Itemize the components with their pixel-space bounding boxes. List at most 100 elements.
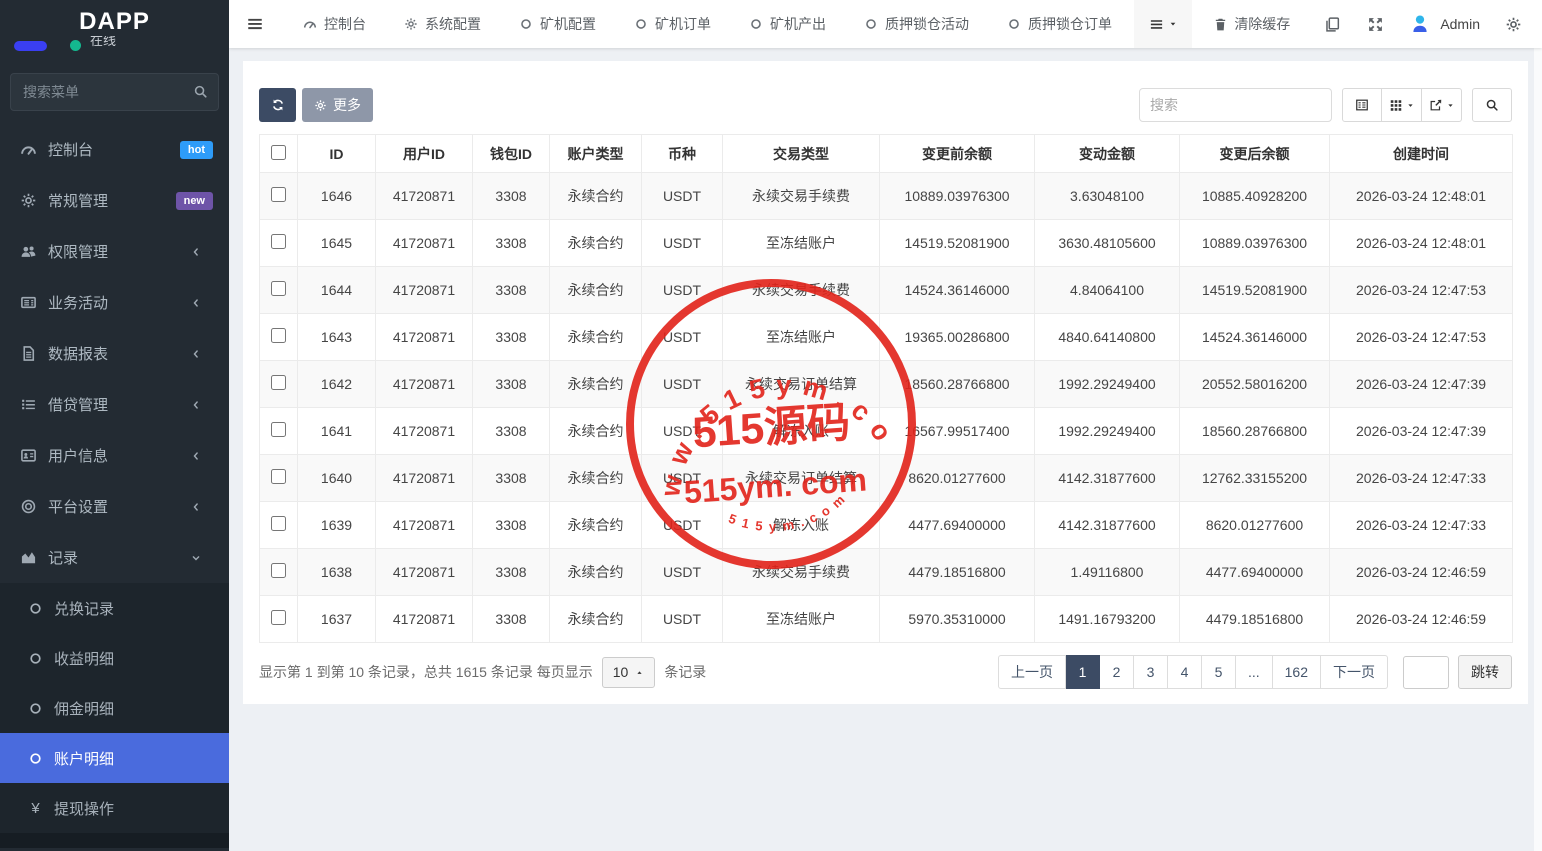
- circle-icon: [634, 17, 648, 31]
- row-checkbox[interactable]: [271, 516, 286, 531]
- table-cell: 14519.52081900: [880, 220, 1035, 267]
- more-button[interactable]: 更多: [302, 88, 373, 122]
- table-cell: 4479.18516800: [880, 549, 1035, 596]
- nav-tab-label: 矿机配置: [540, 14, 596, 34]
- sidebar-search-input[interactable]: [10, 73, 219, 111]
- caret-up-icon: [635, 668, 644, 677]
- jump-page-input[interactable]: [1403, 656, 1449, 689]
- status-pill: [14, 41, 47, 51]
- nav-tab-7[interactable]: 质押锁仓订单: [1007, 14, 1112, 34]
- copy-page-icon[interactable]: [1324, 16, 1341, 33]
- sidebar-item-6[interactable]: 借贷管理: [0, 379, 229, 430]
- table-cell: 1640: [298, 455, 376, 502]
- sidebar-item-5[interactable]: 数据报表: [0, 328, 229, 379]
- table-cell: 41720871: [376, 455, 473, 502]
- page-button-4[interactable]: 4: [1168, 655, 1202, 689]
- table-cell: 永续合约: [550, 267, 642, 314]
- page-button-1[interactable]: 1: [1066, 655, 1100, 689]
- export-button[interactable]: [1422, 88, 1462, 122]
- scrollbar-track[interactable]: [1534, 48, 1542, 851]
- nav-more-dropdown[interactable]: [1134, 0, 1192, 48]
- table-search-input[interactable]: [1139, 88, 1332, 122]
- trash-icon: [1213, 17, 1228, 32]
- sidebar-subitem-3[interactable]: 佣金明细: [0, 683, 229, 733]
- table-cell: 41720871: [376, 596, 473, 643]
- settings-gear-icon[interactable]: [1505, 16, 1522, 33]
- sidebar-item-9[interactable]: 记录: [0, 532, 229, 583]
- row-checkbox[interactable]: [271, 469, 286, 484]
- caret-down-icon: [1406, 101, 1415, 110]
- detail-view-button[interactable]: [1342, 88, 1382, 122]
- table-cell: 10889.03976300: [1180, 220, 1330, 267]
- sidebar-item-3[interactable]: 权限管理: [0, 226, 229, 277]
- page-size-dropdown[interactable]: 10: [602, 657, 656, 688]
- page-button-162[interactable]: 162: [1273, 655, 1321, 689]
- row-select-cell: [260, 455, 298, 502]
- table-cell: 2026-03-24 12:48:01: [1330, 220, 1513, 267]
- row-checkbox[interactable]: [271, 187, 286, 202]
- columns-button[interactable]: [1382, 88, 1422, 122]
- table-cell: 永续交易手续费: [723, 267, 880, 314]
- sidebar-item-7[interactable]: 用户信息: [0, 430, 229, 481]
- row-select-cell: [260, 596, 298, 643]
- table-cell: 永续交易订单结算: [723, 455, 880, 502]
- toolbar-right: [1139, 88, 1512, 122]
- circle-icon: [519, 17, 533, 31]
- row-checkbox[interactable]: [271, 328, 286, 343]
- nav-tab-2[interactable]: 系统配置: [404, 14, 481, 34]
- nav-tab-5[interactable]: 矿机产出: [749, 14, 826, 34]
- col-header-4: 账户类型: [550, 135, 642, 173]
- pagination: 上一页12345...162下一页: [998, 655, 1388, 689]
- page-button-5[interactable]: 5: [1202, 655, 1236, 689]
- row-checkbox[interactable]: [271, 234, 286, 249]
- avatar-icon: [1409, 13, 1431, 35]
- page-button-2[interactable]: 2: [1100, 655, 1134, 689]
- sidebar-item-4[interactable]: 业务活动: [0, 277, 229, 328]
- refresh-button[interactable]: [259, 88, 296, 122]
- sidebar-toggle-button[interactable]: [229, 0, 281, 48]
- hot-badge: hot: [180, 141, 213, 159]
- nav-tab-label: 矿机订单: [655, 14, 711, 34]
- sidebar-subitem-5[interactable]: ¥提现操作: [0, 783, 229, 833]
- sidebar-subitem-2[interactable]: 收益明细: [0, 633, 229, 683]
- table-cell: 3308: [473, 502, 550, 549]
- search-button[interactable]: [1472, 88, 1512, 122]
- nav-tab-3[interactable]: 矿机配置: [519, 14, 596, 34]
- chevron-down-icon: [190, 552, 202, 564]
- clear-cache-button[interactable]: 清除缓存: [1213, 14, 1290, 34]
- table-cell: 14524.36146000: [880, 267, 1035, 314]
- sidebar-item-2[interactable]: 常规管理new: [0, 175, 229, 226]
- row-checkbox[interactable]: [271, 422, 286, 437]
- table-cell: 3308: [473, 596, 550, 643]
- table-cell: 2026-03-24 12:47:33: [1330, 455, 1513, 502]
- yen-icon: ¥: [28, 800, 43, 817]
- select-all-cell: [260, 135, 298, 173]
- row-checkbox[interactable]: [271, 563, 286, 578]
- nav-tab-4[interactable]: 矿机订单: [634, 14, 711, 34]
- sidebar-item-1[interactable]: 控制台hot: [0, 124, 229, 175]
- sidebar-subitem-1[interactable]: 兑换记录: [0, 583, 229, 633]
- user-menu[interactable]: Admin: [1409, 13, 1480, 35]
- table-cell: 16567.99517400: [880, 408, 1035, 455]
- row-checkbox[interactable]: [271, 610, 286, 625]
- sidebar-item-8[interactable]: 平台设置: [0, 481, 229, 532]
- fullscreen-icon[interactable]: [1367, 16, 1384, 33]
- col-header-1: ID: [298, 135, 376, 173]
- prev-page-button[interactable]: 上一页: [998, 655, 1066, 689]
- select-all-checkbox[interactable]: [271, 145, 286, 160]
- row-checkbox[interactable]: [271, 281, 286, 296]
- brand-title: DAPP: [0, 0, 229, 34]
- page-button-...[interactable]: ...: [1236, 655, 1273, 689]
- page-button-3[interactable]: 3: [1134, 655, 1168, 689]
- online-dot: [70, 40, 81, 51]
- table-cell: 永续合约: [550, 455, 642, 502]
- table-cell: USDT: [642, 267, 723, 314]
- row-checkbox[interactable]: [271, 375, 286, 390]
- nav-tab-6[interactable]: 质押锁仓活动: [864, 14, 969, 34]
- sidebar-subitem-4[interactable]: 账户明细: [0, 733, 229, 783]
- nav-tab-1[interactable]: 控制台: [303, 14, 366, 34]
- table-cell: 1491.16793200: [1035, 596, 1180, 643]
- table-cell: USDT: [642, 455, 723, 502]
- next-page-button[interactable]: 下一页: [1321, 655, 1388, 689]
- jump-button[interactable]: 跳转: [1458, 655, 1512, 689]
